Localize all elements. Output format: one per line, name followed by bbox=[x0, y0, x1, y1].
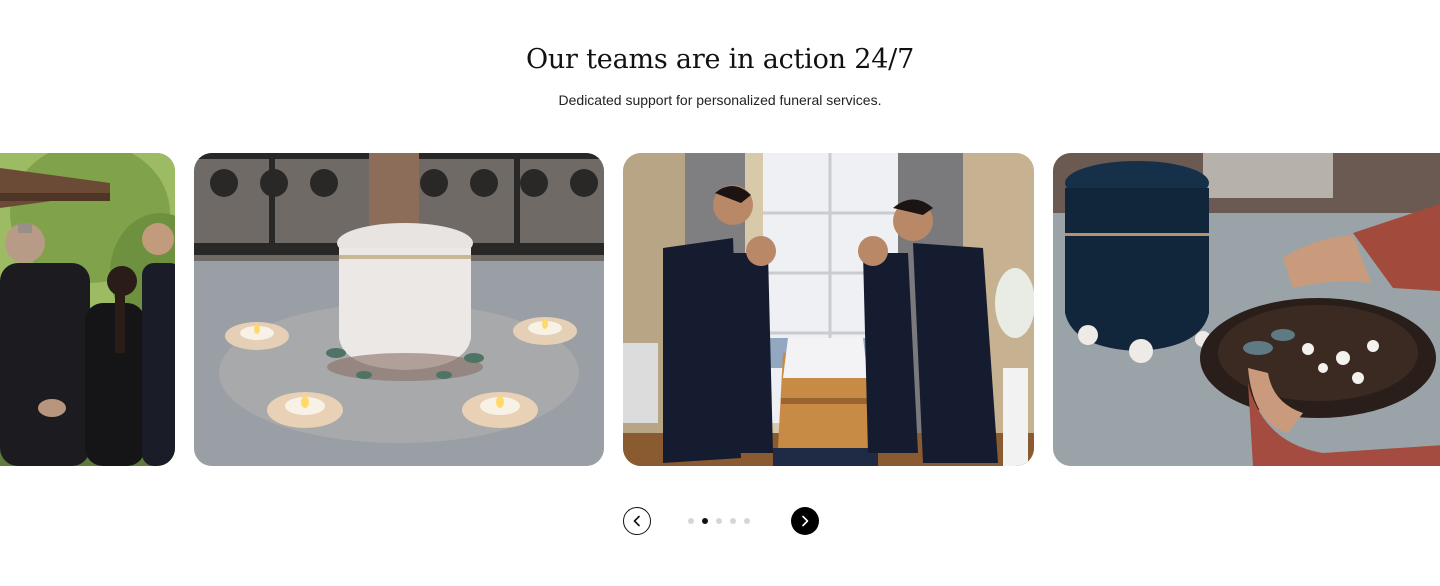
coffin-ceremony-photo bbox=[623, 153, 1034, 466]
chevron-left-icon bbox=[633, 515, 640, 527]
mourners-photo bbox=[0, 153, 175, 466]
carousel-pagination bbox=[688, 518, 750, 524]
carousel-slide-white-urn[interactable] bbox=[194, 153, 604, 466]
carousel-dot[interactable] bbox=[702, 518, 708, 524]
carousel-dot[interactable] bbox=[744, 518, 750, 524]
section-title: Our teams are in action 24/7 bbox=[525, 44, 915, 75]
carousel-dot[interactable] bbox=[716, 518, 722, 524]
carousel-slide-coffin-ceremony[interactable] bbox=[623, 153, 1034, 466]
carousel-controls bbox=[0, 507, 1440, 535]
carousel-dot[interactable] bbox=[688, 518, 694, 524]
section-subtitle: Dedicated support for personalized funer… bbox=[558, 92, 882, 108]
carousel-slide-dark-urn[interactable] bbox=[1053, 153, 1440, 466]
chevron-right-icon bbox=[802, 515, 809, 527]
carousel-prev-button[interactable] bbox=[623, 507, 651, 535]
carousel-next-button[interactable] bbox=[791, 507, 819, 535]
carousel-track[interactable] bbox=[0, 153, 1440, 466]
carousel-dot[interactable] bbox=[730, 518, 736, 524]
white-urn-photo bbox=[194, 153, 604, 466]
dark-urn-photo bbox=[1053, 153, 1440, 466]
carousel-slide-mourners[interactable] bbox=[0, 153, 175, 466]
